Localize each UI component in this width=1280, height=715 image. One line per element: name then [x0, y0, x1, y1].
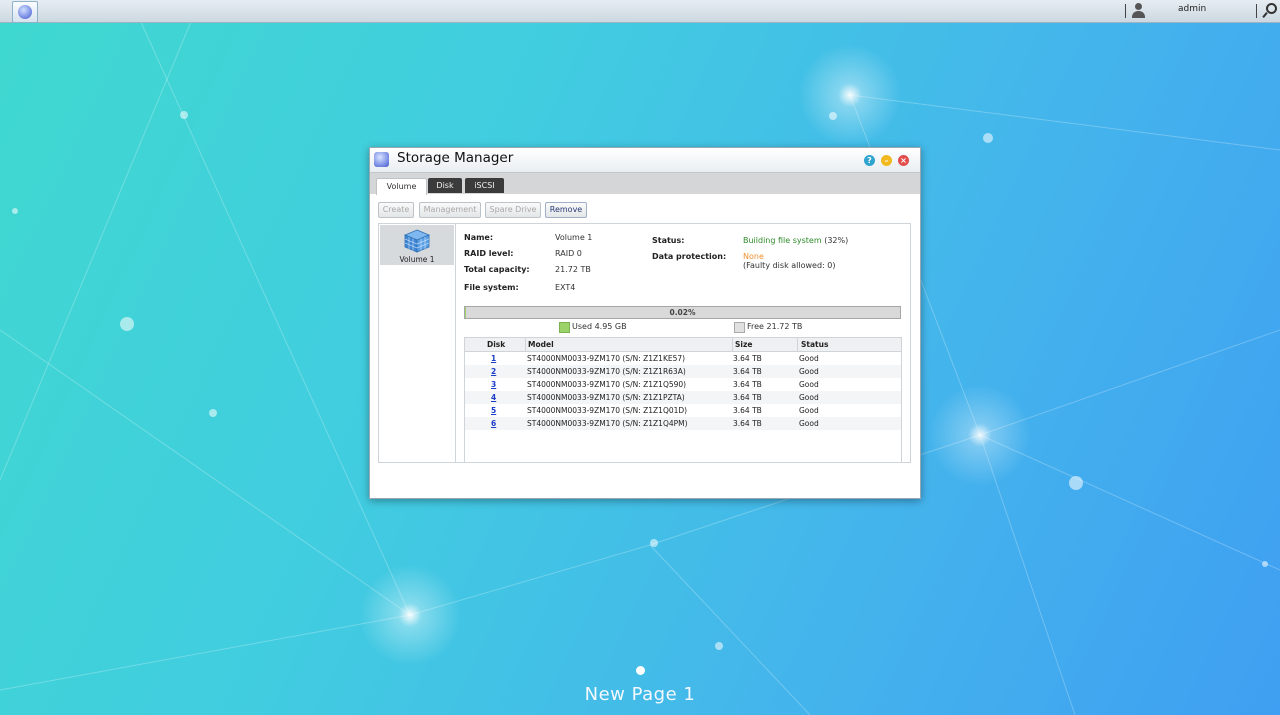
volume-cube-icon: [404, 229, 430, 253]
model-cell: ST4000NM0033-9ZM170 (S/N: Z1Z1Q4PM): [527, 419, 688, 428]
minimize-icon[interactable]: –: [881, 155, 892, 166]
total-capacity-value: 21.72 TB: [555, 265, 591, 274]
table-row[interactable]: 6 ST4000NM0033-9ZM170 (S/N: Z1Z1Q4PM) 3.64…: [465, 417, 901, 430]
volume-panel: Volume 1 Name: Volume 1 RAID level: RAID…: [378, 223, 911, 463]
disk-link[interactable]: 4: [491, 391, 496, 404]
model-cell: ST4000NM0033-9ZM170 (S/N: Z1Z1Q01D): [527, 406, 688, 415]
table-row[interactable]: 2 ST4000NM0033-9ZM170 (S/N: Z1Z1R63A) 3.64…: [465, 365, 901, 378]
data-protection-label: Data protection:: [652, 252, 727, 261]
model-cell: ST4000NM0033-9ZM170 (S/N: Z1Z1KE57): [527, 354, 686, 363]
app-icon: [374, 152, 389, 167]
spare-drive-button[interactable]: Spare Drive: [485, 202, 541, 218]
column-header-model[interactable]: Model: [528, 338, 554, 351]
close-icon[interactable]: ×: [898, 155, 909, 166]
model-cell: ST4000NM0033-9ZM170 (S/N: Z1Z1PZTA): [527, 393, 685, 402]
size-cell: 3.64 TB: [733, 367, 762, 376]
column-header-disk[interactable]: Disk: [487, 338, 505, 351]
file-system-label: File system:: [464, 283, 519, 292]
volume-label: Volume 1: [399, 255, 435, 264]
disk-link[interactable]: 1: [491, 352, 496, 365]
status-text: Building file system: [743, 236, 822, 245]
disk-link[interactable]: 3: [491, 378, 496, 391]
total-capacity-label: Total capacity:: [464, 265, 530, 274]
status-cell: Good: [799, 393, 819, 402]
taskbar: admin: [0, 0, 1280, 23]
status-cell: Good: [799, 406, 819, 415]
name-value: Volume 1: [555, 233, 593, 242]
volume-list: Volume 1: [379, 224, 456, 462]
start-menu-button[interactable]: [12, 1, 38, 23]
used-label: Used 4.95 GB: [572, 322, 627, 331]
disk-link[interactable]: 5: [491, 404, 496, 417]
column-header-size[interactable]: Size: [735, 338, 752, 351]
create-button[interactable]: Create: [378, 202, 414, 218]
taskbar-divider: [1125, 4, 1126, 18]
column-header-status[interactable]: Status: [801, 338, 828, 351]
size-cell: 3.64 TB: [733, 419, 762, 428]
start-menu-icon: [18, 5, 32, 19]
window-titlebar[interactable]: Storage Manager ? – ×: [370, 148, 920, 172]
raid-level-label: RAID level:: [464, 249, 514, 258]
help-icon[interactable]: ?: [864, 155, 875, 166]
disk-link[interactable]: 6: [491, 417, 496, 430]
disk-table: Disk Model Size Status 1 ST4000NM0033-9ZM…: [464, 337, 902, 463]
table-row[interactable]: 4 ST4000NM0033-9ZM170 (S/N: Z1Z1PZTA) 3.64…: [465, 391, 901, 404]
table-row[interactable]: 1 ST4000NM0033-9ZM170 (S/N: Z1Z1KE57) 3.64…: [465, 352, 901, 365]
size-cell: 3.64 TB: [733, 393, 762, 402]
data-protection-note: (Faulty disk allowed: 0): [743, 261, 836, 270]
size-cell: 3.64 TB: [733, 354, 762, 363]
status-cell: Good: [799, 419, 819, 428]
tab-volume[interactable]: Volume: [376, 178, 427, 195]
status-cell: Good: [799, 380, 819, 389]
raid-level-value: RAID 0: [555, 249, 582, 258]
tab-bar: Volume Disk iSCSI: [370, 172, 920, 195]
table-row[interactable]: 5 ST4000NM0033-9ZM170 (S/N: Z1Z1Q01D) 3.64…: [465, 404, 901, 417]
status-cell: Good: [799, 367, 819, 376]
usage-bar: 0.02%: [464, 306, 901, 319]
status-percent: (32%): [824, 236, 849, 245]
volume-list-item[interactable]: Volume 1: [380, 225, 454, 265]
status-label: Status:: [652, 236, 685, 245]
status-value: Building file system (32%): [743, 236, 848, 245]
table-row[interactable]: 3 ST4000NM0033-9ZM170 (S/N: Z1Z1Q590) 3.64…: [465, 378, 901, 391]
usage-percent: 0.02%: [669, 308, 696, 317]
disk-link[interactable]: 2: [491, 365, 496, 378]
table-header: Disk Model Size Status: [465, 338, 901, 352]
model-cell: ST4000NM0033-9ZM170 (S/N: Z1Z1Q590): [527, 380, 687, 389]
taskbar-divider: [1256, 4, 1257, 18]
free-label: Free 21.72 TB: [747, 322, 803, 331]
storage-manager-window: Storage Manager ? – × Volume Disk iSCSI …: [369, 147, 921, 499]
user-icon[interactable]: [1131, 3, 1145, 18]
name-label: Name:: [464, 233, 494, 242]
remove-button[interactable]: Remove: [545, 202, 587, 218]
tab-disk[interactable]: Disk: [428, 178, 462, 193]
status-cell: Good: [799, 354, 819, 363]
page-indicator-dot[interactable]: [636, 666, 645, 675]
management-button[interactable]: Management: [419, 202, 481, 218]
tab-iscsi[interactable]: iSCSI: [465, 178, 504, 193]
search-icon[interactable]: [1262, 3, 1277, 19]
size-cell: 3.64 TB: [733, 406, 762, 415]
page-label: New Page 1: [584, 684, 696, 705]
size-cell: 3.64 TB: [733, 380, 762, 389]
model-cell: ST4000NM0033-9ZM170 (S/N: Z1Z1R63A): [527, 367, 686, 376]
username-label[interactable]: admin: [1178, 4, 1206, 14]
file-system-value: EXT4: [555, 283, 576, 292]
window-title: Storage Manager: [397, 150, 514, 166]
used-swatch: [559, 322, 570, 333]
data-protection-value: None: [743, 252, 764, 261]
free-swatch: [734, 322, 745, 333]
